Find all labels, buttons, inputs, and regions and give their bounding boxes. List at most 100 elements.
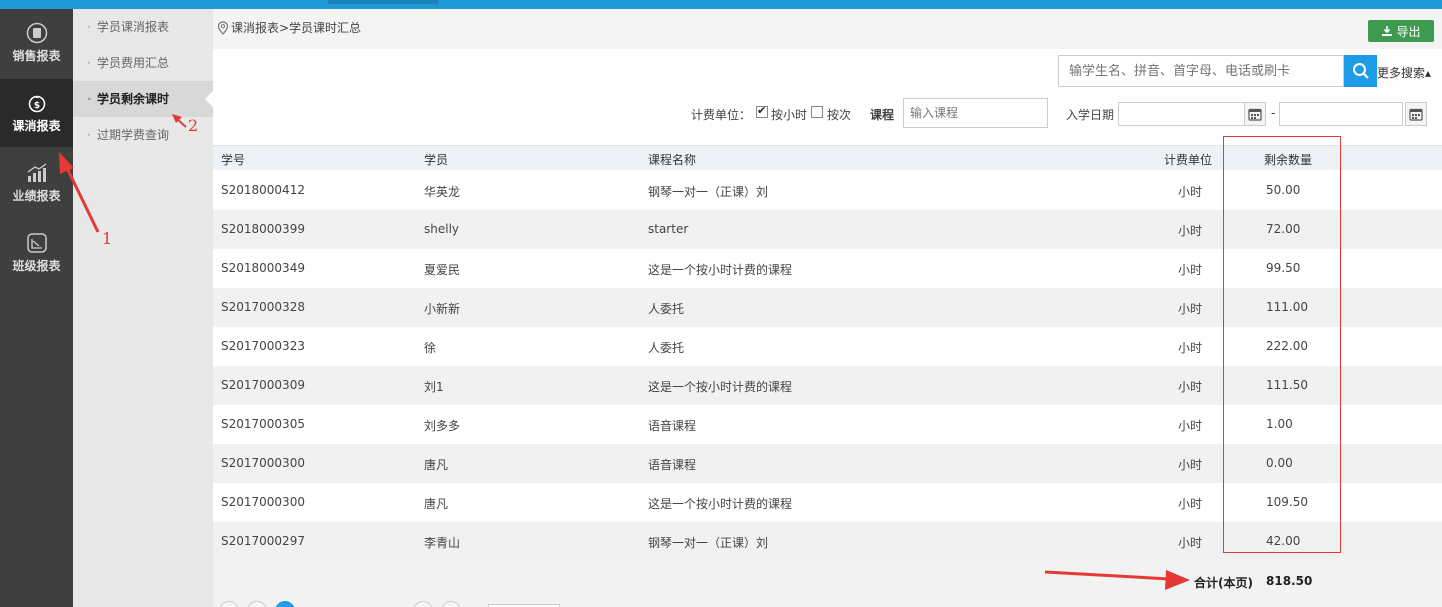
cell-course: 语音课程 bbox=[648, 419, 697, 433]
cell-id: S2017000323 bbox=[221, 339, 305, 353]
date-separator: - bbox=[1271, 106, 1276, 120]
left-nav: 销售报表 $ 课消报表 业绩报表 班级报表 bbox=[0, 9, 73, 607]
col-header-unit[interactable]: 计费单位 bbox=[1164, 151, 1212, 168]
search-button[interactable] bbox=[1344, 55, 1377, 87]
cell-unit: 小时 bbox=[1178, 458, 1203, 472]
pager-first-button[interactable] bbox=[219, 601, 239, 607]
cell-unit: 小时 bbox=[1178, 185, 1203, 199]
pager-current-page[interactable] bbox=[275, 601, 295, 607]
pager-last-button[interactable] bbox=[441, 601, 461, 607]
col-header-student[interactable]: 学员 bbox=[424, 151, 448, 168]
cell-student: 李青山 bbox=[424, 536, 461, 550]
filter-row: 计费单位： 按小时 按次 课程 入学日期 - bbox=[213, 97, 1442, 131]
cell-course: 人委托 bbox=[648, 302, 685, 316]
sales-icon bbox=[26, 22, 48, 44]
submenu-item-consumption[interactable]: 学员课消报表 bbox=[73, 9, 213, 45]
cell-id: S2017000305 bbox=[221, 417, 305, 431]
by-times-checkbox[interactable] bbox=[811, 106, 823, 118]
nav-item-consumption-report[interactable]: $ 课消报表 bbox=[0, 79, 73, 147]
cell-course: 钢琴一对一（正课）刘 bbox=[648, 536, 769, 550]
col-header-course[interactable]: 课程名称 bbox=[648, 151, 696, 168]
cell-id: S2018000349 bbox=[221, 261, 305, 275]
cell-course: 这是一个按小时计费的课程 bbox=[648, 263, 793, 277]
cell-unit: 小时 bbox=[1178, 497, 1203, 511]
cell-course: 人委托 bbox=[648, 341, 685, 355]
cell-student: 刘1 bbox=[424, 380, 444, 394]
more-search-toggle[interactable]: 更多搜索▴ bbox=[1377, 64, 1431, 81]
search-icon bbox=[1352, 63, 1369, 79]
nav-item-label: 课消报表 bbox=[12, 119, 61, 133]
cell-student: 唐凡 bbox=[424, 458, 449, 472]
breadcrumb-text: 课消报表>学员课时汇总 bbox=[231, 21, 362, 35]
cell-unit: 小时 bbox=[1178, 263, 1203, 277]
cell-unit: 小时 bbox=[1178, 536, 1203, 550]
download-icon bbox=[1382, 26, 1393, 36]
submenu-item-fee-summary[interactable]: 学员费用汇总 bbox=[73, 45, 213, 81]
by-hour-label: 按小时 bbox=[771, 108, 808, 122]
cell-id: S2017000300 bbox=[221, 456, 305, 470]
bar-chart-icon bbox=[26, 162, 48, 184]
cell-course: 这是一个按小时计费的课程 bbox=[648, 497, 793, 511]
money-bag-icon: $ bbox=[26, 92, 48, 114]
breadcrumb: 课消报表>学员课时汇总 bbox=[217, 19, 361, 36]
cell-unit: 小时 bbox=[1178, 419, 1203, 433]
cell-student: 徐 bbox=[424, 341, 437, 355]
cell-student: 小新新 bbox=[424, 302, 461, 316]
calendar-start-button[interactable] bbox=[1244, 102, 1266, 126]
location-pin-icon bbox=[217, 20, 229, 35]
by-hour-checkbox[interactable] bbox=[756, 104, 768, 118]
col-header-id[interactable]: 学号 bbox=[221, 151, 245, 168]
calendar-icon bbox=[1409, 108, 1423, 121]
top-bar bbox=[0, 0, 1442, 9]
cell-id: S2018000412 bbox=[221, 183, 305, 197]
cell-id: S2017000328 bbox=[221, 300, 305, 314]
annotation-highlight-box bbox=[1223, 136, 1341, 553]
top-tab-indicator bbox=[328, 0, 438, 4]
enroll-date-label: 入学日期 bbox=[1066, 108, 1115, 122]
export-button[interactable]: 导出 bbox=[1368, 20, 1434, 42]
nav-item-performance-report[interactable]: 业绩报表 bbox=[0, 149, 73, 217]
enroll-date-end-input[interactable] bbox=[1279, 102, 1403, 126]
calendar-icon bbox=[1248, 108, 1262, 121]
nav-item-class-report[interactable]: 班级报表 bbox=[0, 219, 73, 287]
table-footer: 合计(本页) 818.50 bbox=[213, 561, 1442, 607]
annotation-step-1: 1 bbox=[102, 229, 113, 248]
calendar-end-button[interactable] bbox=[1405, 102, 1427, 126]
cell-student: 唐凡 bbox=[424, 497, 449, 511]
annotation-step-2: 2 bbox=[188, 116, 199, 135]
export-label: 导出 bbox=[1396, 24, 1421, 39]
pager-prev-button[interactable] bbox=[247, 601, 267, 607]
cell-unit: 小时 bbox=[1178, 380, 1203, 394]
cell-course: starter bbox=[648, 222, 689, 236]
total-value: 818.50 bbox=[1266, 574, 1313, 588]
cell-unit: 小时 bbox=[1178, 341, 1203, 355]
search-input[interactable] bbox=[1058, 55, 1344, 87]
cell-course: 语音课程 bbox=[648, 458, 697, 472]
course-label: 课程 bbox=[870, 108, 895, 122]
cell-id: S2018000399 bbox=[221, 222, 305, 236]
svg-text:$: $ bbox=[33, 101, 39, 111]
cell-unit: 小时 bbox=[1178, 302, 1203, 316]
line-chart-icon bbox=[26, 232, 48, 254]
cell-student: 刘多多 bbox=[424, 419, 461, 433]
cell-id: S2017000309 bbox=[221, 378, 305, 392]
cell-course: 钢琴一对一（正课）刘 bbox=[648, 185, 769, 199]
nav-item-sales-report[interactable]: 销售报表 bbox=[0, 9, 73, 77]
cell-unit: 小时 bbox=[1178, 224, 1203, 238]
cell-student: 夏爱民 bbox=[424, 263, 461, 277]
nav-item-label: 业绩报表 bbox=[12, 189, 61, 203]
breadcrumb-bar: 课消报表>学员课时汇总 导出 bbox=[213, 9, 1442, 49]
pager-next-button[interactable] bbox=[413, 601, 433, 607]
cell-student: 华英龙 bbox=[424, 185, 461, 199]
nav-item-label: 班级报表 bbox=[12, 259, 61, 273]
nav-item-label: 销售报表 bbox=[12, 49, 61, 63]
submenu: 学员课消报表 学员费用汇总 学员剩余课时 过期学费查询 bbox=[73, 9, 213, 607]
by-times-label: 按次 bbox=[827, 108, 852, 122]
cell-id: S2017000297 bbox=[221, 534, 305, 548]
cell-id: S2017000300 bbox=[221, 495, 305, 509]
total-label: 合计(本页) bbox=[1194, 576, 1253, 590]
course-input[interactable] bbox=[903, 98, 1048, 128]
cell-course: 这是一个按小时计费的课程 bbox=[648, 380, 793, 394]
submenu-item-remaining-hours[interactable]: 学员剩余课时 bbox=[73, 81, 213, 117]
billing-unit-label: 计费单位： bbox=[691, 108, 752, 122]
